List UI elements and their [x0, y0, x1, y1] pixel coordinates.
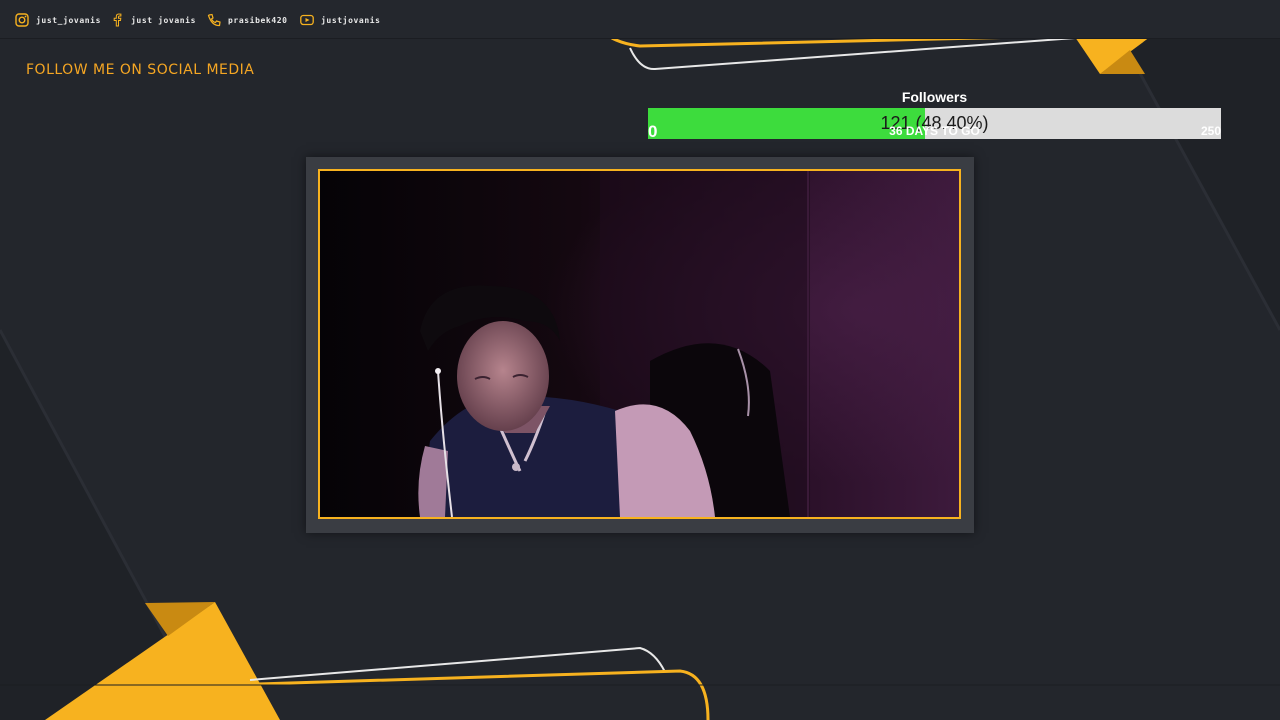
- webcam-border: [318, 169, 961, 519]
- goal-max-label: 250: [1200, 124, 1221, 138]
- youtube-icon: [300, 14, 314, 26]
- webcam-feed: [320, 171, 959, 517]
- social-phone-label: prasibek420: [228, 15, 288, 25]
- follow-me-text: FOLLOW ME ON SOCIAL MEDIA: [26, 62, 255, 78]
- goal-title: Followers: [901, 89, 968, 105]
- social-bar: just_jovanis just jovanis prasibek420 ju…: [0, 0, 1280, 39]
- social-facebook-label: just jovanis: [131, 15, 196, 25]
- social-instagram[interactable]: just_jovanis: [15, 13, 101, 27]
- webcam-frame: [306, 157, 974, 533]
- social-facebook[interactable]: just jovanis: [110, 13, 196, 27]
- social-youtube-label: justjovanis: [321, 15, 381, 25]
- social-youtube[interactable]: justjovanis: [300, 13, 381, 27]
- social-phone[interactable]: prasibek420: [207, 13, 288, 27]
- phone-icon: [207, 13, 221, 27]
- facebook-icon: [113, 13, 122, 27]
- social-instagram-label: just_jovanis: [36, 15, 101, 25]
- goal-days-remaining: 36 DAYS TO GO: [889, 124, 980, 138]
- instagram-icon: [15, 13, 29, 27]
- followers-goal: Followers 121 (48.40%) 0 36 DAYS TO GO 2…: [648, 88, 1221, 141]
